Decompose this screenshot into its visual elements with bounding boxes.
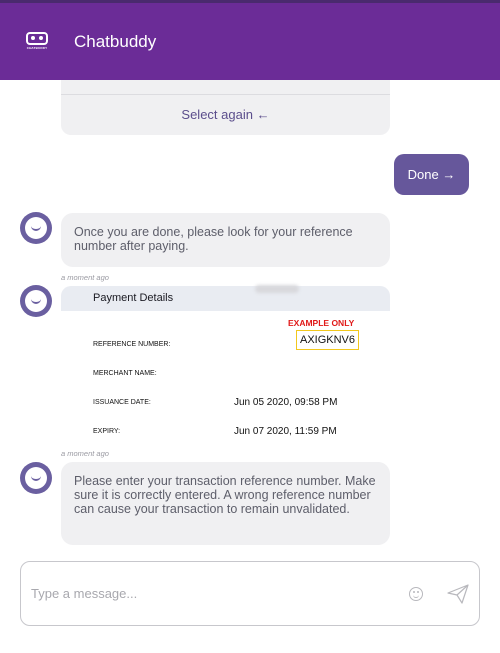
message-timestamp: a moment ago (61, 449, 109, 458)
payment-details-title: Payment Details (93, 292, 174, 304)
expiry-label: EXPIRY: (93, 428, 121, 435)
previous-options-card: Select again ← (61, 80, 390, 135)
chat-app: CHATBUDDY Chatbuddy Select again ← Done … (0, 0, 500, 653)
issuance-date-value: Jun 05 2020, 09:58 PM (234, 397, 338, 408)
issuance-date-label: ISSUANCE DATE: (93, 399, 151, 406)
reference-number-label: REFERENCE NUMBER: (93, 341, 171, 348)
message-composer[interactable]: Type a message... (20, 561, 480, 626)
message-input[interactable]: Type a message... (31, 586, 137, 601)
logo-text: CHATBUDDY (26, 45, 48, 50)
bot-message-bubble: Please enter your transaction reference … (61, 462, 390, 545)
bot-message-bubble: Once you are done, please look for your … (61, 213, 390, 267)
chatbuddy-logo-icon: CHATBUDDY (24, 31, 50, 52)
logo-eye-right (39, 35, 43, 40)
card-divider (61, 94, 390, 95)
payment-details-card: Payment Details EXAMPLE ONLY AXIGKNV6 RE… (61, 286, 390, 446)
logo-eye-left (31, 35, 35, 40)
app-header: CHATBUDDY Chatbuddy (0, 3, 500, 80)
bot-avatar-icon (20, 285, 52, 317)
bot-avatar-icon (20, 462, 52, 494)
merchant-name-label: MERCHANT NAME: (93, 370, 157, 377)
logo-face (26, 31, 48, 45)
done-button[interactable]: Done → (394, 154, 469, 195)
emoji-icon[interactable] (409, 587, 423, 601)
example-only-note: EXAMPLE ONLY (288, 318, 355, 328)
payment-details-header: Payment Details (61, 286, 390, 311)
merchant-name-redacted (255, 285, 299, 293)
bot-avatar-icon (20, 212, 52, 244)
reference-number-value: AXIGKNV6 (296, 330, 359, 350)
app-title: Chatbuddy (74, 31, 157, 51)
send-icon[interactable] (447, 584, 469, 604)
chat-thread[interactable]: Select again ← Done → Once you are done,… (0, 80, 500, 550)
expiry-value: Jun 07 2020, 11:59 PM (234, 426, 337, 437)
select-again-button[interactable]: Select again ← (61, 107, 390, 122)
message-timestamp: a moment ago (61, 273, 109, 282)
